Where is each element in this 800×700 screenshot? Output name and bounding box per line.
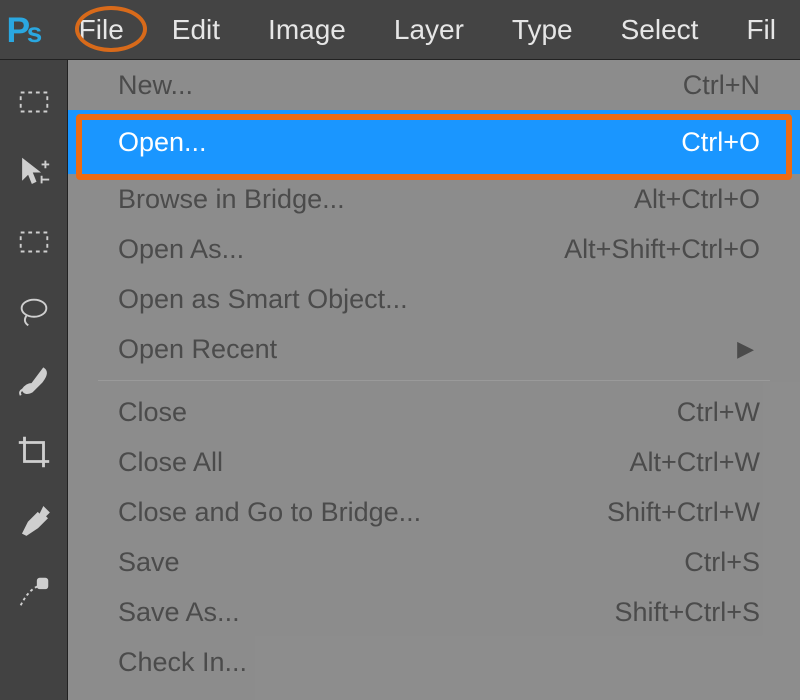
menu-item-close-all[interactable]: Close All Alt+Ctrl+W: [68, 437, 800, 487]
menu-item-shortcut: Shift+Ctrl+W: [607, 497, 760, 528]
menu-edit[interactable]: Edit: [148, 0, 244, 60]
menu-item-shortcut: Alt+Ctrl+O: [634, 184, 760, 215]
file-dropdown-menu: New... Ctrl+N Open... Ctrl+O Browse in B…: [68, 60, 800, 687]
menu-item-shortcut: Shift+Ctrl+S: [614, 597, 760, 628]
menu-item-new[interactable]: New... Ctrl+N: [68, 60, 800, 110]
tools-panel: [0, 60, 68, 700]
menu-item-open[interactable]: Open... Ctrl+O: [68, 110, 800, 174]
menu-item-shortcut: Ctrl+N: [683, 70, 760, 101]
menu-item-shortcut: Alt+Shift+Ctrl+O: [564, 234, 760, 265]
menu-item-save-as[interactable]: Save As... Shift+Ctrl+S: [68, 587, 800, 637]
healing-brush-tool-icon[interactable]: [10, 568, 58, 616]
move-tool-icon[interactable]: [10, 148, 58, 196]
menu-item-close-go-to-bridge[interactable]: Close and Go to Bridge... Shift+Ctrl+W: [68, 487, 800, 537]
menu-layer[interactable]: Layer: [370, 0, 488, 60]
lasso-tool-icon[interactable]: [10, 288, 58, 336]
svg-text:s: s: [27, 17, 43, 48]
menu-item-label: Close: [118, 397, 187, 428]
photoshop-window: P s File Edit Image Layer Type Select Fi…: [0, 0, 800, 700]
menu-item-shortcut: Ctrl+O: [681, 127, 760, 158]
brush-tool-icon[interactable]: [10, 358, 58, 406]
menu-item-label: Open as Smart Object...: [118, 284, 408, 315]
menu-item-save[interactable]: Save Ctrl+S: [68, 537, 800, 587]
app-logo-icon: P s: [0, 0, 55, 60]
menu-item-close[interactable]: Close Ctrl+W: [68, 387, 800, 437]
menu-divider: [98, 380, 770, 381]
menu-item-label: Open...: [118, 127, 207, 158]
menu-item-browse-in-bridge[interactable]: Browse in Bridge... Alt+Ctrl+O: [68, 174, 800, 224]
menu-item-label: Open Recent: [118, 334, 277, 365]
menu-item-label: Open As...: [118, 234, 244, 265]
rect-marquee-tool-icon[interactable]: [10, 218, 58, 266]
eyedropper-tool-icon[interactable]: [10, 498, 58, 546]
menu-file[interactable]: File: [55, 0, 148, 60]
menu-type[interactable]: Type: [488, 0, 597, 60]
menu-item-label: Close All: [118, 447, 223, 478]
menu-item-label: Save As...: [118, 597, 240, 628]
menu-image[interactable]: Image: [244, 0, 370, 60]
menu-filter-truncated[interactable]: Fil: [722, 0, 800, 60]
menu-item-check-in[interactable]: Check In...: [68, 637, 800, 687]
menu-item-shortcut: Ctrl+S: [684, 547, 760, 578]
menu-item-label: New...: [118, 70, 193, 101]
menu-item-label: Check In...: [118, 647, 247, 678]
marquee-tool-icon[interactable]: [10, 78, 58, 126]
menu-item-open-recent[interactable]: Open Recent ▶: [68, 324, 800, 374]
menubar-items: File Edit Image Layer Type Select Fil: [55, 0, 800, 60]
menu-item-label: Close and Go to Bridge...: [118, 497, 421, 528]
submenu-arrow-icon: ▶: [737, 336, 754, 362]
menu-item-label: Save: [118, 547, 180, 578]
menu-select[interactable]: Select: [597, 0, 723, 60]
crop-tool-icon[interactable]: [10, 428, 58, 476]
menu-item-open-as[interactable]: Open As... Alt+Shift+Ctrl+O: [68, 224, 800, 274]
menu-item-shortcut: Ctrl+W: [677, 397, 760, 428]
menu-item-label: Browse in Bridge...: [118, 184, 345, 215]
menubar: P s File Edit Image Layer Type Select Fi…: [0, 0, 800, 60]
menu-item-open-as-smart-object[interactable]: Open as Smart Object...: [68, 274, 800, 324]
menu-item-shortcut: Alt+Ctrl+W: [629, 447, 760, 478]
